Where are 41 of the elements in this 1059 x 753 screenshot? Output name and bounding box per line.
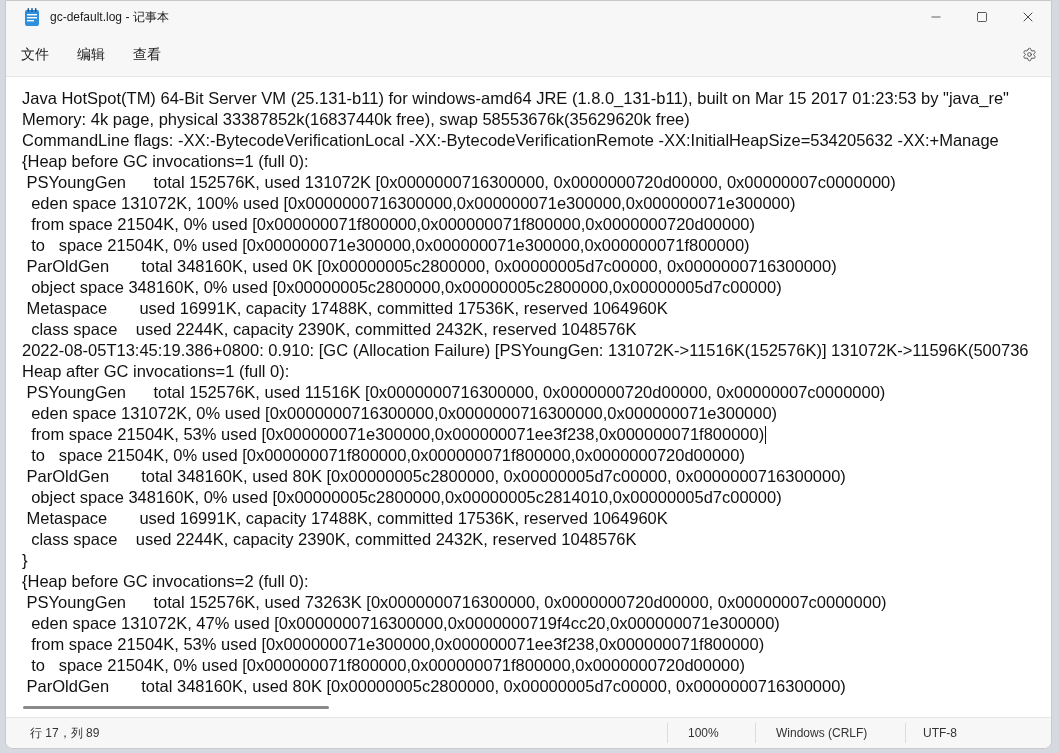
log-line: eden space 131072K, 100% used [0x0000000716300000,0x000000071e300000,0x000000071e300000) (30, 193, 796, 214)
log-line: CommandLine flags: -XX:-BytecodeVerificationLocal -XX:-BytecodeVerificationRemote -XX:InitialHeapSize=534205632 -XX:+Manage (22, 130, 999, 151)
maximize-icon (976, 11, 988, 23)
log-line: ParOldGen total 348160K, used 80K [0x00000005c2800000, 0x00000005d7c00000, 0x0000000716300000) (25, 676, 846, 697)
log-line: {Heap before GC invocations=1 (full 0): (22, 151, 309, 172)
log-line: Metaspace used 16991K, capacity 17488K, committed 17536K, reserved 1064960K (25, 508, 668, 529)
settings-icon (1021, 47, 1037, 62)
log-line: Memory: 4k page, physical 33387852k(16837440k free), swap 58553676k(35629620k free) (22, 109, 690, 130)
log-line: Java HotSpot(TM) 64-Bit Server VM (25.131-b11) for windows-amd64 JRE (1.8.0_131-b11), built on Mar 15 2017 01:23:53 by "java_re" (22, 88, 1009, 109)
log-line: from space 21504K, 53% used [0x000000071e300000,0x000000071ee3f238,0x000000071f800000) (30, 634, 765, 655)
log-line: Heap after GC invocations=1 (full 0): (22, 361, 290, 382)
log-line: object space 348160K, 0% used [0x00000005c2800000,0x00000005c2814010,0x00000005d7c00000) (30, 487, 782, 508)
log-line: eden space 131072K, 47% used [0x0000000716300000,0x0000000719f4cc20,0x000000071e300000) (30, 613, 780, 634)
log-line: to space 21504K, 0% used [0x000000071e300000,0x000000071e300000,0x000000071f800000) (30, 235, 750, 256)
cursor-position: 行 17，列 89 (30, 725, 100, 742)
log-line: } (22, 550, 28, 571)
log-line: to space 21504K, 0% used [0x000000071f800000,0x000000071f800000,0x0000000720d00000) (30, 655, 745, 676)
log-line: PSYoungGen total 152576K, used 11516K [0x0000000716300000, 0x0000000720d00000, 0x00000007c0000000) (25, 382, 886, 403)
encoding: UTF-8 (923, 725, 957, 742)
menu-item[interactable]: 文件 (13, 39, 57, 70)
menu-item[interactable]: 编辑 (69, 39, 113, 70)
line-ending: Windows (CRLF) (776, 725, 868, 742)
log-line: PSYoungGen total 152576K, used 131072K [0x0000000716300000, 0x0000000720d00000, 0x00000007c0000000) (25, 172, 896, 193)
log-line: object space 348160K, 0% used [0x00000005c2800000,0x00000005c2800000,0x00000005d7c00000) (30, 277, 782, 298)
window-title: gc-default.log - 记事本 (50, 9, 169, 26)
horizontal-scrollbar[interactable] (23, 706, 329, 709)
log-line: 2022-08-05T13:45:19.386+0800: 0.910: [GC (Allocation Failure) [PSYoungGen: 131072K->11516K(152576K)] 131072K->11596K(500736 (22, 340, 1029, 361)
log-line: {Heap before GC invocations=2 (full 0): (22, 571, 309, 592)
log-line: from space 21504K, 0% used [0x000000071f800000,0x000000071f800000,0x0000000720d00000) (30, 214, 756, 235)
log-line: class space used 2244K, capacity 2390K, committed 2432K, reserved 1048576K (30, 319, 637, 340)
log-line: to space 21504K, 0% used [0x000000071f800000,0x000000071f800000,0x0000000720d00000) (30, 445, 745, 466)
log-line: eden space 131072K, 0% used [0x0000000716300000,0x0000000716300000,0x000000071e300000) (30, 403, 778, 424)
zoom-level: 100% (688, 725, 719, 742)
log-line: ParOldGen total 348160K, used 80K [0x00000005c2800000, 0x00000005d7c00000, 0x0000000716300000) (25, 466, 846, 487)
notepad-icon (24, 8, 40, 26)
log-line: from space 21504K, 53% used [0x000000071e300000,0x000000071ee3f238,0x000000071f800000) (30, 424, 765, 445)
log-line: ParOldGen total 348160K, used 0K [0x00000005c2800000, 0x00000005d7c00000, 0x0000000716300000) (25, 256, 837, 277)
log-line: Metaspace used 16991K, capacity 17488K, committed 17536K, reserved 1064960K (25, 298, 668, 319)
log-line: PSYoungGen total 152576K, used 73263K [0x0000000716300000, 0x0000000720d00000, 0x00000007c0000000) (25, 592, 887, 613)
menu-item[interactable]: 查看 (125, 39, 169, 70)
log-line: class space used 2244K, capacity 2390K, committed 2432K, reserved 1048576K (30, 529, 637, 550)
